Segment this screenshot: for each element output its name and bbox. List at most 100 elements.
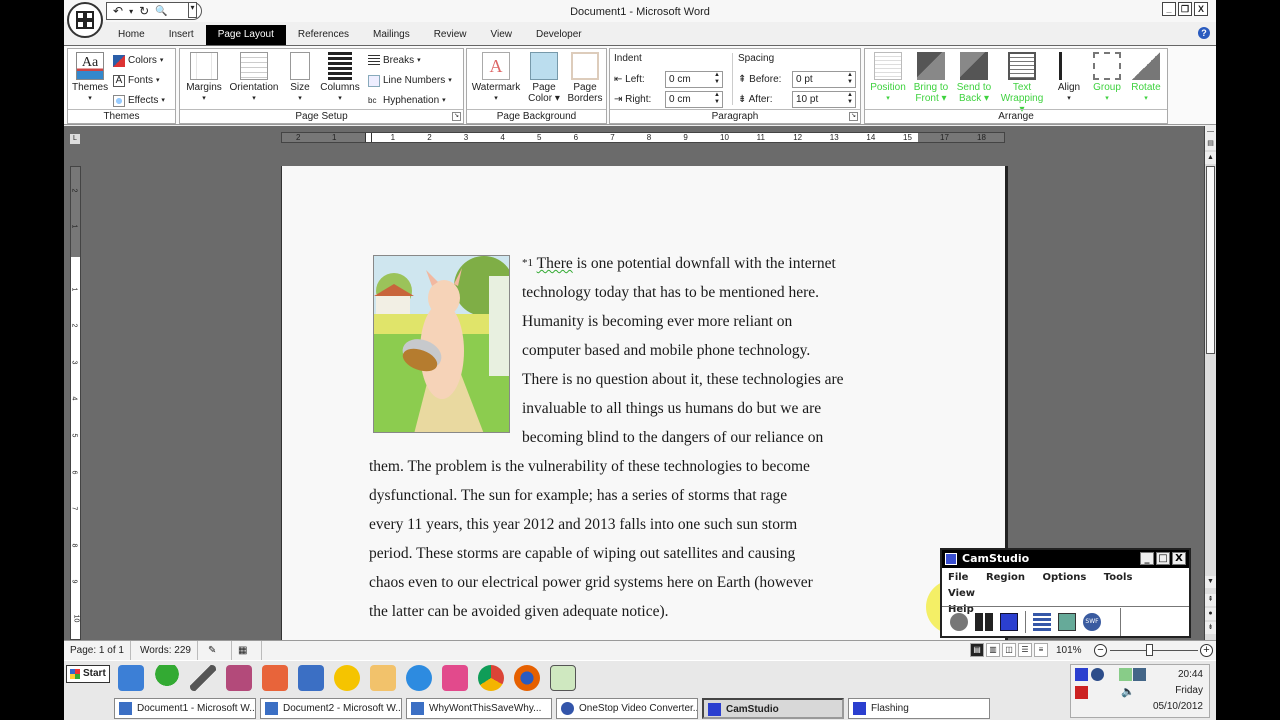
power-tray-icon[interactable] [1119, 668, 1132, 681]
horizontal-ruler[interactable]: 2 1 1 2 3 4 5 6 7 8 9 10 11 12 13 14 15 17 18 [281, 132, 1005, 143]
camstudio-menu-file[interactable]: File [948, 572, 968, 583]
group-button[interactable]: Group ▾ [1089, 52, 1125, 104]
restore-button[interactable]: ❐ [1178, 2, 1192, 16]
indent-marker[interactable] [365, 133, 372, 142]
help-icon[interactable]: ? [1198, 27, 1210, 39]
network-tray-icon[interactable] [1133, 668, 1146, 681]
show-desktop-icon[interactable] [118, 665, 144, 691]
usb-icon[interactable] [190, 665, 216, 691]
annotation-icon[interactable] [1033, 612, 1051, 631]
theme-colors-button[interactable]: Colors ▾ [113, 53, 163, 69]
next-page-icon[interactable]: ⇟ [1205, 622, 1216, 634]
camstudio-menu-options[interactable]: Options [1043, 572, 1087, 583]
align-button[interactable]: Align ▾ [1051, 52, 1087, 104]
bring-to-front-button[interactable]: Bring to Front ▾ [909, 52, 953, 104]
outlook-icon[interactable] [370, 665, 396, 691]
ruler-tab-selector[interactable]: L [70, 134, 80, 144]
tab-page-layout[interactable]: Page Layout [205, 25, 286, 45]
page-color-button[interactable]: Page Color ▾ [525, 52, 563, 104]
vertical-ruler[interactable]: 211234567891011 [70, 166, 81, 659]
spinner-arrows-icon[interactable]: ▲ ▼ [847, 72, 853, 86]
pause-icon[interactable] [975, 612, 993, 631]
draft-icon[interactable]: ≡ [1034, 643, 1048, 657]
notepad-chart-icon[interactable] [550, 665, 576, 691]
tab-insert[interactable]: Insert [157, 25, 206, 45]
macro-recording-icon[interactable]: ▦ [232, 641, 262, 660]
scroll-down-icon[interactable]: ▼ [1205, 576, 1216, 588]
firefox-icon[interactable] [514, 665, 540, 691]
tab-review[interactable]: Review [422, 25, 479, 45]
position-button[interactable]: Position ▾ [867, 52, 909, 104]
taskbar-item[interactable]: Document2 - Microsoft W... [260, 698, 402, 719]
themes-button[interactable]: Aa Themes ▾ [72, 52, 108, 104]
paragraph-launcher-icon[interactable]: ↘ [849, 112, 858, 121]
previous-page-icon[interactable]: ⇞ [1205, 594, 1216, 606]
zoom-slider[interactable] [1110, 650, 1198, 651]
watermark-button[interactable]: A Watermark ▾ [469, 52, 523, 104]
taskbar-item[interactable]: OneStop Video Converter... [556, 698, 698, 719]
view-ruler-icon[interactable]: ▤ [1205, 138, 1216, 150]
theme-effects-button[interactable]: Effects ▾ [113, 93, 165, 109]
zoom-out-button[interactable]: − [1094, 644, 1107, 657]
line-numbers-button[interactable]: Line Numbers ▾ [368, 73, 452, 89]
camstudio-minimize-button[interactable]: _ [1140, 552, 1154, 565]
document-body-text[interactable]: *1 There is one potential downfall with … [369, 249, 919, 626]
spacing-before-input[interactable]: 0 pt ▲ ▼ [792, 71, 856, 88]
taskbar-item[interactable]: CamStudio [702, 698, 844, 719]
theme-fonts-button[interactable]: A Fonts ▾ [113, 73, 160, 89]
text-wrapping-button[interactable]: Text Wrapping ▾ [997, 52, 1047, 115]
camstudio-menu-tools[interactable]: Tools [1104, 572, 1133, 583]
minimize-button[interactable]: _ [1162, 2, 1176, 16]
powerpoint-icon[interactable] [262, 665, 288, 691]
audible-icon[interactable] [334, 665, 360, 691]
video-options-icon[interactable] [1058, 612, 1076, 631]
page-count-status[interactable]: Page: 1 of 1 [64, 641, 131, 660]
breaks-button[interactable]: Breaks ▾ [368, 53, 421, 69]
camstudio-menu-view[interactable]: View [948, 588, 975, 599]
tab-home[interactable]: Home [106, 25, 157, 45]
send-to-back-button[interactable]: Send to Back ▾ [953, 52, 995, 104]
volume-tray-icon[interactable]: 🔈 [1121, 685, 1135, 698]
document-page[interactable]: *1 There is one potential downfall with … [281, 166, 1005, 646]
taskbar-item[interactable]: WhyWontThisSaveWhy... [406, 698, 552, 719]
taskbar-item[interactable]: Document1 - Microsoft W... [114, 698, 256, 719]
page-setup-launcher-icon[interactable]: ↘ [452, 112, 461, 121]
office-button[interactable] [67, 2, 103, 38]
access-icon[interactable] [226, 665, 252, 691]
spinner-arrows-icon[interactable]: ▲ ▼ [714, 92, 720, 106]
indent-left-input[interactable]: 0 cm ▲ ▼ [665, 71, 723, 88]
zoom-in-button[interactable]: + [1200, 644, 1213, 657]
scroll-up-icon[interactable]: ▲ [1205, 152, 1216, 164]
video-converter-tray-icon[interactable] [1091, 668, 1104, 681]
hyphenation-button[interactable]: bc Hyphenation ▾ [368, 93, 446, 109]
size-button[interactable]: Size ▾ [285, 52, 315, 104]
outline-icon[interactable]: ☰ [1018, 643, 1032, 657]
camstudio-maximize-button[interactable]: □ [1156, 552, 1170, 565]
zoom-level[interactable]: 101% [1056, 641, 1082, 660]
tree-icon[interactable] [154, 665, 180, 691]
spacing-after-input[interactable]: 10 pt ▲ ▼ [792, 91, 856, 108]
close-button[interactable]: X [1194, 2, 1208, 16]
stop-icon[interactable] [1000, 612, 1018, 631]
camstudio-title-bar[interactable]: CamStudio _ □ X [942, 550, 1189, 568]
taskbar-item[interactable]: Flashing [848, 698, 990, 719]
indent-right-input[interactable]: 0 cm ▲ ▼ [665, 91, 723, 108]
itunes-icon[interactable] [442, 665, 468, 691]
split-handle-icon[interactable]: — [1205, 126, 1216, 138]
full-screen-reading-icon[interactable]: ▥ [986, 643, 1000, 657]
antivirus-tray-icon[interactable] [1075, 686, 1088, 699]
tab-mailings[interactable]: Mailings [361, 25, 422, 45]
start-button[interactable]: Start [66, 665, 110, 683]
page-borders-button[interactable]: Page Borders [565, 52, 605, 104]
web-layout-icon[interactable]: ◫ [1002, 643, 1016, 657]
record-icon[interactable] [950, 612, 968, 631]
browse-object-icon[interactable]: ● [1205, 608, 1216, 620]
orientation-button[interactable]: Orientation ▾ [226, 52, 282, 104]
clock[interactable]: 20:44 Friday 05/10/2012 [1153, 667, 1203, 715]
spinner-arrows-icon[interactable]: ▲ ▼ [847, 92, 853, 106]
columns-button[interactable]: Columns ▾ [318, 52, 362, 104]
word-icon[interactable] [298, 665, 324, 691]
rotate-button[interactable]: Rotate ▾ [1127, 52, 1165, 104]
scrollbar-thumb[interactable] [1206, 166, 1215, 354]
vertical-scrollbar[interactable]: — ▤ ▲ ▼ ⇞ ● ⇟ [1204, 126, 1216, 640]
